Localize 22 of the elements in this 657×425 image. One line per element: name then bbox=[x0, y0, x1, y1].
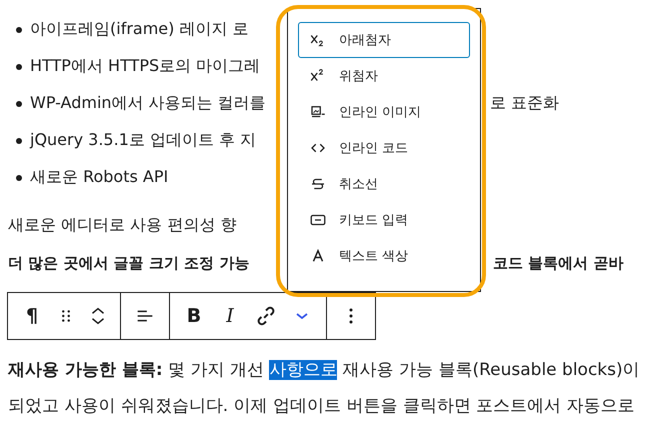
menu-item[interactable]: 아래첨자 bbox=[298, 22, 470, 58]
bullet-icon bbox=[16, 64, 22, 70]
paragraph: 재사용 가능한 블록: 몇 가지 개선 사항으로 재사용 가능 블록(Reusable blocks)이 되었고 사용이 쉬워졌습니다. 이제 업데이트 버튼을 클릭하면 포스트에서 자동으로 bbox=[8, 359, 641, 418]
bullet-icon bbox=[16, 26, 22, 32]
paragraph-button[interactable]: ¶ bbox=[14, 298, 50, 334]
more-options-icon bbox=[349, 308, 353, 324]
link-icon bbox=[255, 305, 277, 327]
list-item: 로 표준화 bbox=[490, 93, 560, 114]
paragraph: 새로운 에디터로 사용 편의성 향 bbox=[8, 214, 236, 236]
list-item: HTTP에서 HTTPS로의 마이그레 bbox=[30, 56, 260, 77]
list-item: jQuery 3.5.1로 업데이트 후 지 bbox=[30, 130, 256, 151]
list-item: 새로운 Robots API bbox=[30, 167, 168, 188]
bold-paragraph: 더 많은 곳에서 글꼴 크기 조정 가능 bbox=[8, 254, 250, 273]
bullet-icon bbox=[16, 138, 22, 144]
bullet-icon bbox=[16, 100, 22, 106]
bold-button[interactable]: B bbox=[176, 298, 212, 334]
bold-paragraph: 코드 블록에서 곧바 bbox=[493, 254, 624, 273]
italic-button[interactable]: I bbox=[212, 298, 248, 334]
bullet-icon bbox=[16, 174, 22, 180]
list-item: 아이프레임(iframe) 레이지 로 bbox=[30, 19, 249, 40]
chevron-down-icon bbox=[296, 313, 308, 319]
list-item: WP-Admin에서 사용되는 컬러를 bbox=[30, 93, 266, 114]
